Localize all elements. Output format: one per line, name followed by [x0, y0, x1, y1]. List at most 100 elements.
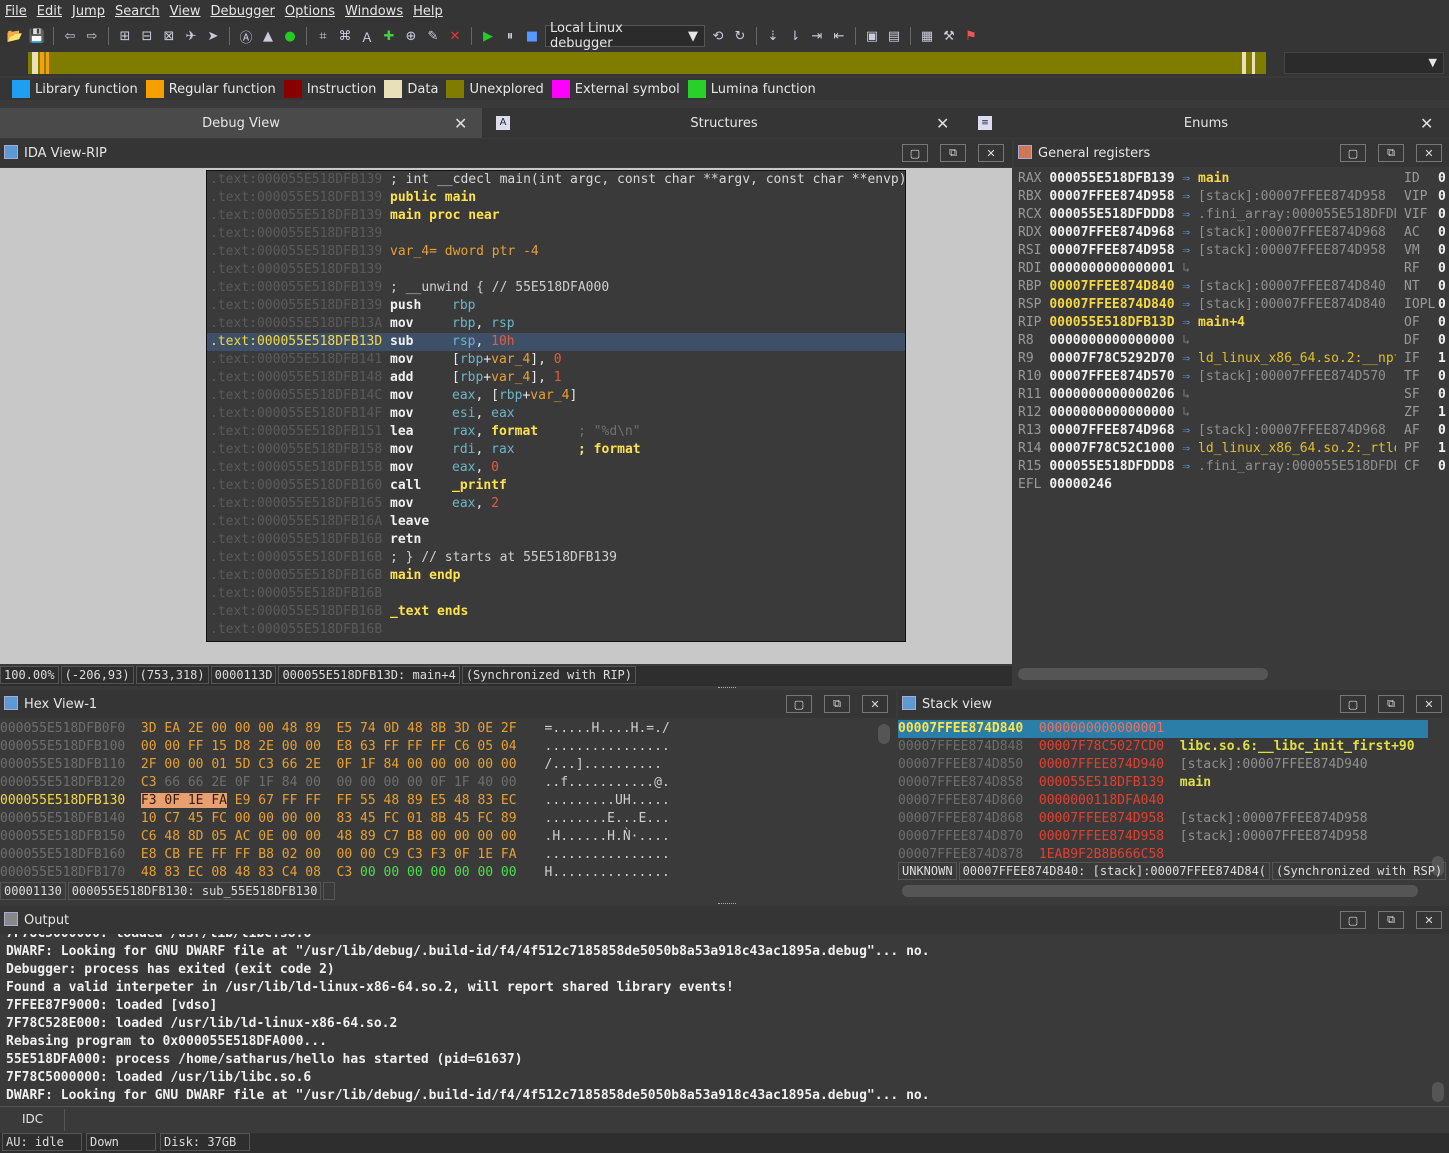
register-symbol[interactable]: [stack]:00007FFEE874D958: [1198, 243, 1386, 258]
register-symbol[interactable]: main+4: [1198, 315, 1245, 330]
code-line[interactable]: .text:000055E518DFB160 call _printf: [207, 477, 905, 495]
menu-item-help[interactable]: Help: [408, 4, 448, 19]
close-icon[interactable]: ✕: [1420, 114, 1433, 133]
flag-row[interactable]: VIP 0: [1400, 188, 1449, 206]
menu-item-jump[interactable]: Jump: [67, 4, 110, 19]
code-line[interactable]: .text:000055E518DFB139 public main: [207, 189, 905, 207]
stack-value[interactable]: 00007FFEE874D940: [1039, 757, 1164, 772]
code-line[interactable]: .text:000055E518DFB14C mov eax, [rbp+var_…: [207, 387, 905, 405]
flag-value[interactable]: 1: [1438, 351, 1446, 366]
register-value[interactable]: 00007FFEE874D968: [1049, 423, 1174, 438]
flag-value[interactable]: 0: [1438, 207, 1446, 222]
register-symbol[interactable]: .fini_array:000055E518DFDD: [1198, 207, 1396, 222]
flag-row[interactable]: PF 1: [1400, 440, 1449, 458]
close-icon[interactable]: ✕: [454, 114, 467, 133]
register-value[interactable]: 00007F78C5292D70: [1049, 351, 1174, 366]
flag-value[interactable]: 0: [1438, 297, 1446, 312]
save-icon[interactable]: 💾: [28, 27, 46, 45]
code-line[interactable]: .text:000055E518DFB14F mov esi, eax: [207, 405, 905, 423]
stack-comment[interactable]: [stack]:00007FFEE874D958: [1180, 811, 1368, 826]
play-icon[interactable]: ▶: [479, 27, 497, 45]
step-over-icon[interactable]: ⇂: [786, 27, 804, 45]
float-button[interactable]: ▢: [1340, 695, 1366, 713]
register-row[interactable]: RDI 0000000000000001 ↳: [1014, 260, 1396, 278]
register-symbol[interactable]: ld_linux_x86_64.so.2:__npt: [1198, 351, 1396, 366]
flag-row[interactable]: RF 0: [1400, 260, 1449, 278]
hex-bytes[interactable]: 3D EA 2E 00 00 00 48 89 E5 74 0D 48 8B 3…: [141, 720, 529, 738]
register-symbol[interactable]: [stack]:00007FFEE874D958: [1198, 189, 1386, 204]
flag-row[interactable]: SF 0: [1400, 386, 1449, 404]
stack-value[interactable]: 000055E518DFB139: [1039, 775, 1164, 790]
register-row[interactable]: R13 00007FFEE874D968 ⇒ [stack]:00007FFEE…: [1014, 422, 1396, 440]
register-value[interactable]: 00007FFEE874D958: [1049, 243, 1174, 258]
warning-icon[interactable]: ▲: [259, 27, 277, 45]
menu-item-edit[interactable]: Edit: [32, 4, 67, 19]
menu-item-windows[interactable]: Windows: [340, 4, 408, 19]
register-row[interactable]: RDX 00007FFEE874D968 ⇒ [stack]:00007FFEE…: [1014, 224, 1396, 242]
close-button[interactable]: ✕: [862, 695, 888, 713]
binary-icon[interactable]: ⊞: [116, 27, 134, 45]
hex-selection[interactable]: F3 0F 1E FA: [140, 793, 227, 808]
hex-bytes[interactable]: 00 00 FF 15 D8 2E 00 00 E8 63 FF FF FF C…: [141, 738, 529, 756]
stack-value[interactable]: 0000000000000001: [1039, 721, 1164, 736]
output-scrollbar[interactable]: [1432, 1082, 1444, 1102]
stack-comment[interactable]: libc.so.6:__libc_init_first+90: [1180, 739, 1415, 754]
register-symbol[interactable]: [stack]:00007FFEE874D840: [1198, 297, 1386, 312]
forward-icon[interactable]: ⇨: [83, 27, 101, 45]
menu-item-view[interactable]: View: [165, 4, 206, 19]
flag-value[interactable]: 0: [1438, 369, 1446, 384]
code-line[interactable]: .text:000055E518DFB141 mov [rbp+var_4], 0: [207, 351, 905, 369]
code-line[interactable]: .text:000055E518DFB16B: [207, 621, 905, 639]
flag-row[interactable]: OF 0: [1400, 314, 1449, 332]
flag-value[interactable]: 0: [1438, 459, 1446, 474]
stack-value[interactable]: 00007F78C5027CD0: [1039, 739, 1164, 754]
output-log[interactable]: 7F78C5000000: loaded /usr/lib/libc.so.6D…: [0, 934, 1432, 1104]
stack-comment[interactable]: main: [1180, 775, 1211, 790]
register-symbol[interactable]: [stack]:00007FFEE874D968: [1198, 423, 1386, 438]
code-line[interactable]: .text:000055E518DFB16B _text ends: [207, 603, 905, 621]
tab-structures[interactable]: Structures: [484, 108, 964, 138]
flag-icon[interactable]: ⚑: [962, 27, 980, 45]
stack-row[interactable]: 00007FFEE874D840 0000000000000001: [898, 720, 1428, 738]
navigation-bar[interactable]: [28, 52, 1266, 74]
close-button[interactable]: ✕: [1416, 911, 1442, 929]
flag-row[interactable]: TF 0: [1400, 368, 1449, 386]
tools-icon[interactable]: ⚒: [940, 27, 958, 45]
register-list[interactable]: RAX 000055E518DFB139 ⇒ main RBX 00007FFEE…: [1014, 170, 1396, 666]
attach-icon[interactable]: ⟲: [709, 27, 727, 45]
code-line[interactable]: .text:000055E518DFB16B ; } // starts at …: [207, 549, 905, 567]
hex-row[interactable]: 000055E518DFB140 10 C7 45 FC 00 00 00 00…: [0, 810, 876, 828]
tab-debug-view[interactable]: Debug View: [0, 108, 482, 138]
stack-comment[interactable]: [stack]:00007FFEE874D940: [1180, 757, 1368, 772]
registers-scrollbar[interactable]: [1018, 668, 1268, 680]
stack-row[interactable]: 00007FFEE874D878 1EAB9F2B8B666C58: [898, 846, 1428, 862]
green-circle-icon[interactable]: ●: [281, 27, 299, 45]
refresh-icon[interactable]: ↻: [731, 27, 749, 45]
stack-hscrollbar[interactable]: [902, 885, 1418, 897]
register-row[interactable]: R12 0000000000000000 ↳: [1014, 404, 1396, 422]
flag-row[interactable]: ZF 1: [1400, 404, 1449, 422]
float-button[interactable]: ▢: [902, 144, 928, 162]
stack-row[interactable]: 00007FFEE874D848 00007F78C5027CD0 libc.s…: [898, 738, 1428, 756]
code-line[interactable]: .text:000055E518DFB16B retn: [207, 531, 905, 549]
code-line[interactable]: .text:000055E518DFB158 mov rdi, rax ; form…: [207, 441, 905, 459]
restore-button[interactable]: ⧉: [940, 144, 966, 162]
register-row[interactable]: RSP 00007FFEE874D840 ⇒ [stack]:00007FFEE…: [1014, 296, 1396, 314]
code-line[interactable]: .text:000055E518DFB16B: [207, 585, 905, 603]
flag-value[interactable]: 0: [1438, 333, 1446, 348]
register-symbol[interactable]: .fini_array:000055E518DFDD: [1198, 459, 1396, 474]
flag-value[interactable]: 0: [1438, 171, 1446, 186]
hex-dump[interactable]: 000055E518DFB0F0 3D EA 2E 00 00 00 48 89…: [0, 720, 876, 880]
register-row[interactable]: RIP 000055E518DFB13D ⇒ main+4: [1014, 314, 1396, 332]
flag-value[interactable]: 1: [1438, 405, 1446, 420]
register-value[interactable]: 00007FFEE874D968: [1049, 225, 1174, 240]
stack-row[interactable]: 00007FFEE874D858 000055E518DFB139 main: [898, 774, 1428, 792]
code-line[interactable]: .text:000055E518DFB13A mov rbp, rsp: [207, 315, 905, 333]
flag-row[interactable]: IOPL 0: [1400, 296, 1449, 314]
mark-icon[interactable]: ➤: [204, 27, 222, 45]
hex-row[interactable]: 000055E518DFB150 C6 48 8D 05 AC 0E 00 00…: [0, 828, 876, 846]
flag-row[interactable]: DF 0: [1400, 332, 1449, 350]
register-value[interactable]: 000055E518DFB139: [1049, 171, 1174, 186]
code-icon[interactable]: ⌗: [314, 27, 332, 45]
pause-icon[interactable]: ⏸: [501, 27, 519, 45]
